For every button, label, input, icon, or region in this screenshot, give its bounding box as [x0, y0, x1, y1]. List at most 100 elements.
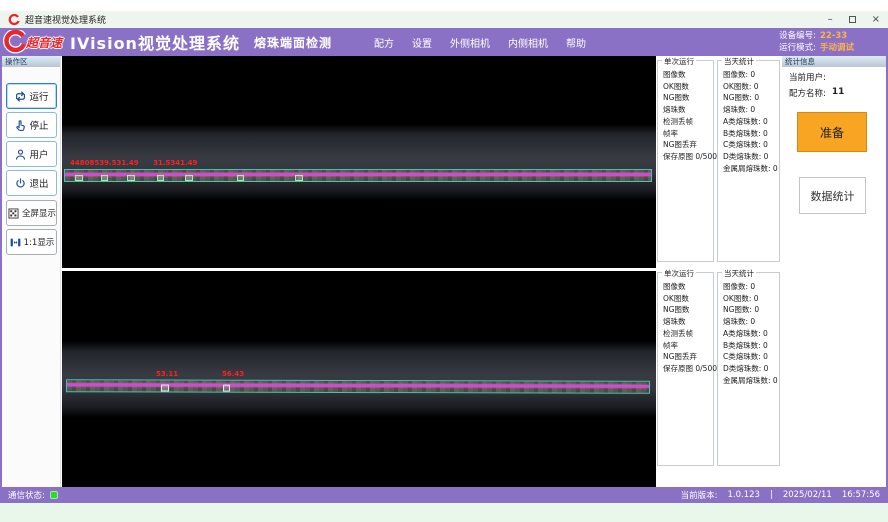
stat-row: 熔珠数	[663, 104, 713, 116]
one-to-one-icon	[9, 236, 22, 249]
statistics-panels: 单次运行 图像数OK图数NG图数熔珠数检测丢帧帧率NG图丢弃保存原图 0/500…	[657, 56, 781, 487]
stat-row: NG图数	[663, 92, 713, 104]
comm-status-label: 通信状态:	[8, 489, 45, 501]
stat-row: 熔珠数	[663, 316, 713, 328]
today-stats-groupbox: 当天统计 图像数: 0OK图数: 0NG图数: 0熔珠数: 0A类熔珠数: 0B…	[717, 272, 780, 466]
screen: 超音速视觉处理系统 – × 超音速 IVision视觉处理系统 熔珠端面检测 配…	[0, 0, 888, 522]
stat-row: 保存原图 0/500	[663, 363, 713, 375]
close-button[interactable]: ×	[872, 15, 880, 25]
defect-box	[127, 175, 135, 181]
stat-row: 图像数	[663, 281, 713, 293]
defect-box	[185, 175, 193, 181]
today-stats-rows: 图像数: 0OK图数: 0NG图数: 0熔珠数: 0A类熔珠数: 0B类熔珠数:…	[718, 61, 779, 174]
user-button[interactable]: 用户	[6, 141, 57, 167]
stat-row: 图像数: 0	[723, 281, 779, 293]
one-to-one-button-label: 1:1显示	[24, 236, 55, 248]
data-statistics-button[interactable]: 数据统计	[799, 177, 866, 214]
app-logo-icon	[8, 14, 20, 26]
stat-row: 检测丢帧	[663, 328, 713, 340]
version-value: 1.0.123	[727, 490, 759, 500]
info-panel: 统计信息 当前用户: 配方名称: 11 准备 数据统计	[782, 56, 886, 487]
hand-icon	[14, 119, 27, 132]
window-title: 超音速视觉处理系统	[25, 13, 106, 26]
stat-row: 帧率	[663, 128, 713, 140]
measurement-label-a: 53.11	[156, 370, 178, 378]
sidebar-header: 操作区	[2, 56, 60, 67]
stat-row: 图像数: 0	[723, 69, 779, 81]
comm-status-indicator	[50, 491, 58, 499]
current-user-label: 当前用户:	[789, 71, 826, 83]
user-button-label: 用户	[29, 147, 48, 161]
menu-item[interactable]: 内侧相机	[508, 35, 548, 50]
device-number-label: 设备编号:	[764, 30, 816, 43]
statusbar-separator: |	[770, 490, 773, 500]
stat-row: 熔珠数: 0	[723, 104, 779, 116]
version-label: 当前版本:	[681, 489, 718, 501]
stat-row: OK图数: 0	[723, 293, 779, 305]
stat-row: C类熔珠数: 0	[723, 139, 779, 151]
menu-item[interactable]: 设置	[412, 35, 432, 50]
exit-button[interactable]: 退出	[6, 170, 57, 196]
swirl-logo-icon	[2, 30, 28, 54]
recipe-name-value: 11	[832, 87, 845, 99]
stat-row: B类熔珠数: 0	[723, 340, 779, 352]
stat-row: A类熔珠数: 0	[723, 328, 779, 340]
run-mode-value: 手动调试	[820, 42, 876, 55]
menu-bar: 配方 设置 外侧相机 内侧相机 帮助	[374, 35, 586, 50]
bead-detection-box	[66, 379, 650, 394]
minimize-button[interactable]: –	[828, 15, 833, 25]
stat-row: 帧率	[663, 340, 713, 352]
stat-row: NG图数	[663, 304, 713, 316]
today-stats-title: 当天统计	[722, 56, 756, 67]
bead-detection-box	[64, 169, 652, 182]
window-titlebar: 超音速视觉处理系统 – ×	[0, 11, 888, 28]
bead-centerline	[65, 173, 651, 176]
brand-name: 超音速	[26, 34, 62, 51]
single-run-rows: 图像数OK图数NG图数熔珠数检测丢帧帧率NG图丢弃保存原图 0/500	[658, 273, 713, 375]
defect-box	[101, 175, 108, 181]
maximize-button[interactable]	[849, 16, 856, 23]
statusbar-time: 16:57:56	[842, 490, 880, 500]
one-to-one-button[interactable]: 1:1显示	[6, 229, 57, 255]
defect-box	[75, 175, 83, 181]
stat-row: B类熔珠数: 0	[723, 128, 779, 140]
page-title: IVision视觉处理系统	[70, 30, 240, 54]
camera-viewports: 44808539.531.49 31.5341.49 53.11	[62, 56, 656, 487]
run-mode-label: 运行模式:	[764, 42, 816, 55]
operation-sidebar: 操作区 运行 停止 用户	[2, 56, 61, 487]
menu-item[interactable]: 帮助	[566, 35, 586, 50]
single-run-title: 单次运行	[662, 268, 696, 279]
defect-box	[295, 175, 303, 181]
stat-row: 保存原图 0/500	[663, 151, 713, 163]
run-button[interactable]: 运行	[6, 83, 57, 109]
stat-row: D类熔珠数: 0	[723, 151, 779, 163]
device-info: 设备编号: 22-33 运行模式: 手动调试	[764, 30, 876, 55]
desktop-strip	[0, 503, 888, 522]
brand-logo: 超音速	[2, 30, 62, 54]
single-run-groupbox: 单次运行 图像数OK图数NG图数熔珠数检测丢帧帧率NG图丢弃保存原图 0/500	[657, 60, 714, 262]
info-panel-header: 统计信息	[782, 56, 886, 67]
recipe-name-label: 配方名称:	[789, 87, 826, 99]
stat-row: 金属屑熔珠数: 0	[723, 375, 779, 387]
device-number-value: 22-33	[820, 30, 876, 43]
stop-button[interactable]: 停止	[6, 112, 57, 138]
statusbar-date: 2025/02/11	[783, 490, 832, 500]
loop-arrows-icon	[14, 90, 27, 103]
stat-row: A类熔珠数: 0	[723, 116, 779, 128]
stat-row: 图像数	[663, 69, 713, 81]
today-stats-rows: 图像数: 0OK图数: 0NG图数: 0熔珠数: 0A类熔珠数: 0B类熔珠数:…	[718, 273, 779, 386]
today-stats-title: 当天统计	[722, 268, 756, 279]
menu-item[interactable]: 配方	[374, 35, 394, 50]
stat-row: OK图数	[663, 293, 713, 305]
stat-row: D类熔珠数: 0	[723, 363, 779, 375]
stat-row: C类熔珠数: 0	[723, 351, 779, 363]
fullscreen-button[interactable]: 全屏显示	[6, 200, 57, 226]
run-button-label: 运行	[29, 89, 48, 103]
prepare-button[interactable]: 准备	[797, 112, 867, 152]
defect-box	[157, 175, 164, 181]
exit-button-label: 退出	[29, 176, 48, 190]
menu-item[interactable]: 外侧相机	[450, 35, 490, 50]
today-stats-groupbox: 当天统计 图像数: 0OK图数: 0NG图数: 0熔珠数: 0A类熔珠数: 0B…	[717, 60, 780, 262]
stat-row: 金属屑熔珠数: 0	[723, 163, 779, 175]
page-subtitle: 熔珠端面检测	[254, 34, 332, 51]
